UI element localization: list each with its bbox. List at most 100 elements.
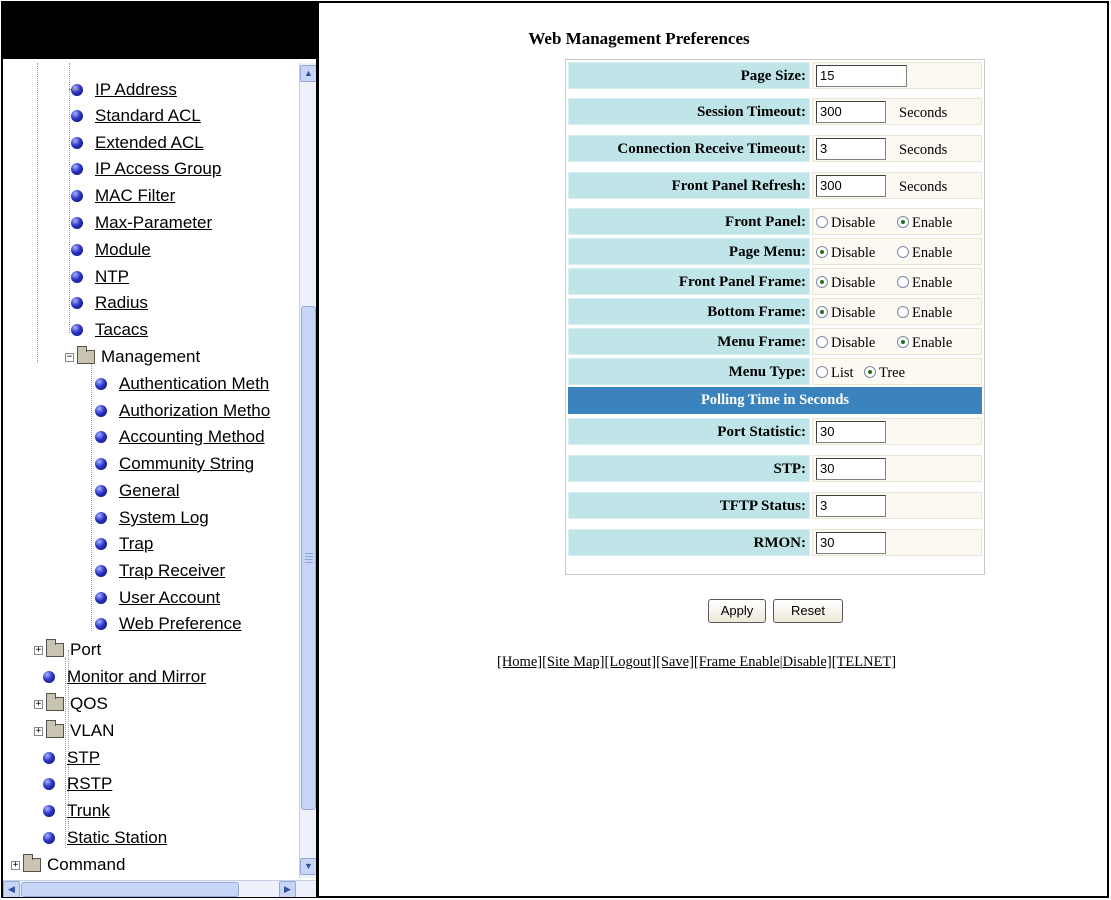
radio-checked-icon[interactable]: [897, 336, 909, 348]
apply-button[interactable]: Apply: [708, 599, 766, 623]
logout-link[interactable]: [Logout]: [605, 654, 657, 670]
nav-item-system-log[interactable]: System Log: [95, 505, 209, 531]
session-timeout-unit: Seconds: [899, 105, 948, 121]
front-panel-disable-option[interactable]: Disable: [816, 212, 875, 234]
nav-item-user-account[interactable]: User Account: [95, 585, 220, 611]
nav-item-trap-receiver[interactable]: Trap Receiver: [95, 558, 225, 584]
radio-checked-icon[interactable]: [897, 216, 909, 228]
front-panel-refresh-input[interactable]: 300: [816, 175, 886, 197]
nav-header-banner: [3, 3, 316, 59]
frame-disable-link[interactable]: Disable]: [783, 654, 832, 670]
stp-input[interactable]: 30: [816, 458, 886, 480]
bullet-icon: [43, 832, 55, 844]
scrollbar-thumb[interactable]: [301, 306, 316, 810]
page-size-input[interactable]: 15: [816, 65, 907, 87]
front-panel-enable-option[interactable]: Enable: [897, 212, 952, 234]
nav-item-label: Trunk: [67, 801, 110, 820]
radio-unchecked-icon[interactable]: [897, 246, 909, 258]
nav-item-label: STP: [67, 748, 101, 767]
nav-item-ntp[interactable]: NTP: [71, 264, 129, 290]
menu-type-label: Menu Type:: [568, 358, 810, 385]
nav-item-ip-access-group[interactable]: IP Access Group: [71, 156, 221, 182]
radio-unchecked-icon[interactable]: [816, 216, 828, 228]
nav-folder-port[interactable]: + Port: [34, 637, 101, 663]
nav-item-label: Static Station: [67, 828, 168, 847]
nav-folder-management[interactable]: − Management: [65, 344, 200, 370]
front-panel-frame-enable-option[interactable]: Enable: [897, 272, 952, 294]
nav-tree: IP Address Standard ACL Extended ACL IP …: [3, 63, 299, 878]
nav-item-static-station[interactable]: Static Station: [43, 825, 167, 851]
nav-item-extended-acl[interactable]: Extended ACL: [71, 130, 204, 156]
scrollbar-thumb[interactable]: [21, 882, 239, 897]
row-menu-type: Menu Type: List Tree: [566, 356, 984, 387]
expand-icon[interactable]: +: [34, 726, 43, 736]
scroll-down-arrow-icon[interactable]: ▼: [300, 858, 316, 875]
frame-enable-link[interactable]: [Frame Enable: [694, 654, 780, 670]
menu-type-list-option[interactable]: List: [816, 362, 854, 384]
radio-checked-icon[interactable]: [816, 306, 828, 318]
nav-item-trap[interactable]: Trap: [95, 531, 153, 557]
nav-item-stp[interactable]: STP: [43, 745, 100, 771]
nav-item-authentication-method[interactable]: Authentication Meth: [95, 371, 269, 397]
radio-checked-icon[interactable]: [816, 246, 828, 258]
front-panel-frame-disable-option[interactable]: Disable: [816, 272, 875, 294]
radio-unchecked-icon[interactable]: [816, 366, 828, 378]
nav-folder-qos[interactable]: + QOS: [34, 691, 108, 717]
nav-item-general[interactable]: General: [95, 478, 179, 504]
telnet-link[interactable]: [TELNET]: [832, 654, 896, 670]
nav-item-community-string[interactable]: Community String: [95, 451, 254, 477]
nav-item-standard-acl[interactable]: Standard ACL: [71, 103, 201, 129]
expand-icon[interactable]: +: [34, 645, 43, 655]
radio-checked-icon[interactable]: [864, 366, 876, 378]
nav-item-authorization-method[interactable]: Authorization Metho: [95, 398, 270, 424]
bottom-frame-enable-option[interactable]: Enable: [897, 302, 952, 324]
nav-item-ip-address[interactable]: IP Address: [69, 77, 177, 103]
scroll-left-arrow-icon[interactable]: ◀: [3, 881, 20, 897]
nav-item-trunk[interactable]: Trunk: [43, 798, 110, 824]
menu-frame-enable-option[interactable]: Enable: [897, 332, 952, 354]
nav-item-radius[interactable]: Radius: [71, 290, 148, 316]
collapse-icon[interactable]: −: [65, 352, 74, 362]
save-link[interactable]: [Save]: [656, 654, 694, 670]
menu-type-tree-option[interactable]: Tree: [864, 362, 905, 384]
bullet-icon: [43, 752, 55, 764]
nav-item-max-parameter[interactable]: Max-Parameter: [71, 210, 212, 236]
connection-timeout-input[interactable]: 3: [816, 138, 886, 160]
home-link[interactable]: [Home]: [497, 654, 542, 670]
nav-item-label: Port: [70, 640, 102, 659]
page-menu-enable-option[interactable]: Enable: [897, 242, 952, 264]
nav-item-accounting-method[interactable]: Accounting Method: [95, 424, 265, 450]
radio-unchecked-icon[interactable]: [816, 336, 828, 348]
session-timeout-input[interactable]: 300: [816, 101, 886, 123]
site-map-link[interactable]: [Site Map]: [542, 654, 604, 670]
bottom-frame-disable-option[interactable]: Disable: [816, 302, 875, 324]
nav-item-tacacs[interactable]: Tacacs: [71, 317, 148, 343]
scroll-up-arrow-icon[interactable]: ▲: [300, 65, 316, 82]
scroll-right-arrow-icon[interactable]: ▶: [279, 881, 296, 897]
page-menu-disable-option[interactable]: Disable: [816, 242, 875, 264]
tftp-status-input[interactable]: 3: [816, 495, 886, 517]
nav-item-monitor-and-mirror[interactable]: Monitor and Mirror: [43, 664, 206, 690]
nav-folder-command[interactable]: + Command: [11, 852, 125, 878]
port-statistic-input[interactable]: 30: [816, 421, 886, 443]
expand-icon[interactable]: +: [34, 699, 43, 709]
nav-folder-vlan[interactable]: + VLAN: [34, 718, 114, 744]
row-front-panel-refresh: Front Panel Refresh: 300 Seconds: [566, 170, 984, 201]
expand-icon[interactable]: +: [11, 860, 20, 870]
nav-item-label: VLAN: [70, 721, 115, 740]
nav-item-module[interactable]: Module: [71, 237, 151, 263]
bullet-icon: [95, 538, 107, 550]
nav-item-label: MAC Filter: [95, 186, 176, 205]
nav-item-mac-filter[interactable]: MAC Filter: [71, 183, 175, 209]
menu-frame-disable-option[interactable]: Disable: [816, 332, 875, 354]
radio-checked-icon[interactable]: [816, 276, 828, 288]
bullet-icon: [43, 805, 55, 817]
nav-item-rstp[interactable]: RSTP: [43, 771, 112, 797]
reset-button[interactable]: Reset: [773, 599, 843, 623]
rmon-input[interactable]: 30: [816, 532, 886, 554]
radio-unchecked-icon[interactable]: [897, 306, 909, 318]
radio-unchecked-icon[interactable]: [897, 276, 909, 288]
nav-item-web-preference[interactable]: Web Preference: [95, 611, 242, 637]
vertical-scrollbar[interactable]: ▲ ▼: [299, 63, 316, 878]
horizontal-scrollbar[interactable]: ◀ ▶: [3, 880, 316, 897]
